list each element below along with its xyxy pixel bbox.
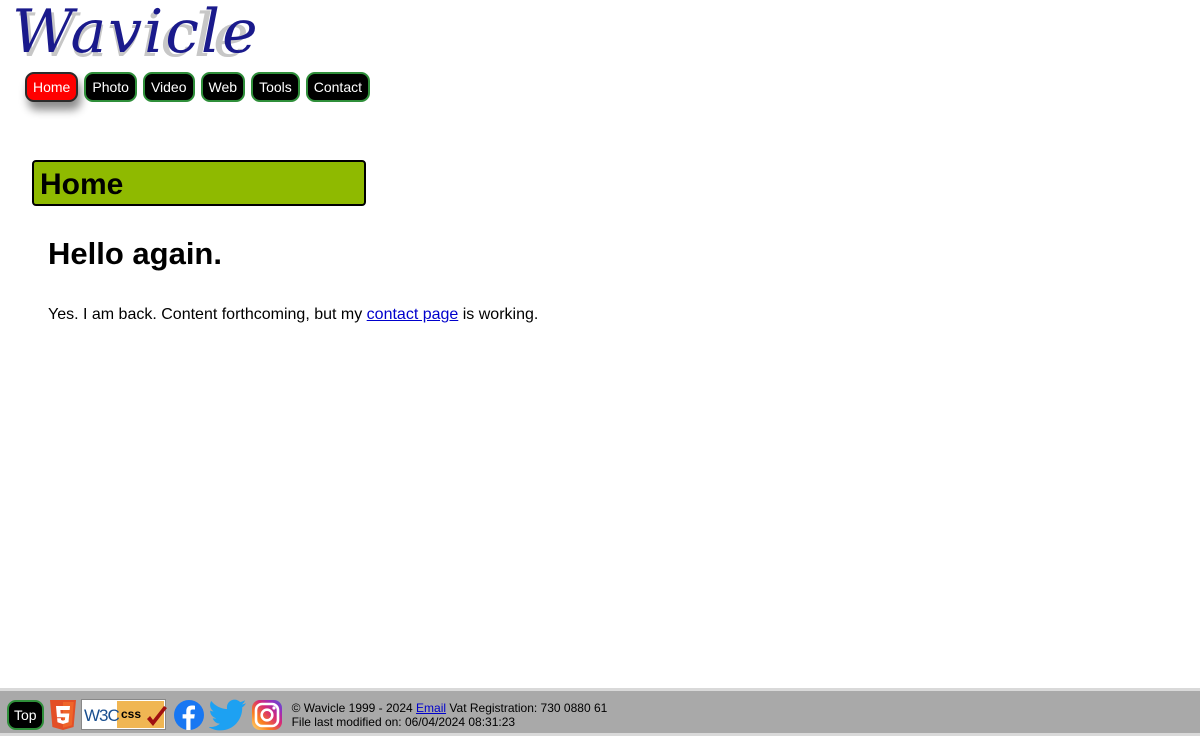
nav-photo[interactable]: Photo — [84, 72, 137, 102]
section-banner: Home — [32, 160, 366, 206]
content-heading: Hello again. — [48, 236, 222, 271]
w3c-css-icon[interactable]: W3C css — [80, 699, 169, 731]
instagram-icon[interactable] — [251, 699, 283, 731]
section-title: Home — [40, 168, 124, 201]
content-text-before: Yes. I am back. Content forthcoming, but… — [48, 306, 367, 323]
facebook-icon[interactable] — [173, 699, 205, 731]
modified-text: File last modified on: 06/04/2024 08:31:… — [291, 715, 516, 729]
footer-inner: Top W3C css © Wavicle 1999 - 2024 Email … — [7, 698, 607, 732]
content-text-after: is working. — [458, 306, 539, 323]
main-nav: Home Photo Video Web Tools Contact — [25, 72, 370, 102]
nav-video[interactable]: Video — [142, 72, 195, 102]
nav-home[interactable]: Home — [25, 72, 79, 102]
page: Wavicle Wavicle Home Photo Video Web Too… — [0, 0, 1200, 740]
css-label: css — [121, 707, 141, 721]
nav-web[interactable]: Web — [200, 72, 246, 102]
email-link[interactable]: Email — [416, 701, 446, 715]
top-button[interactable]: Top — [7, 700, 44, 730]
content-paragraph: Yes. I am back. Content forthcoming, but… — [48, 306, 538, 324]
twitter-icon[interactable] — [208, 699, 247, 731]
nav-contact[interactable]: Contact — [305, 72, 370, 102]
site-logo[interactable]: Wavicle Wavicle — [4, 0, 350, 64]
vat-text: Vat Registration: 730 0880 61 — [449, 701, 608, 715]
copyright-text: © Wavicle 1999 - 2024 — [291, 701, 413, 715]
footer: Top W3C css © Wavicle 1999 - 2024 Email … — [0, 688, 1200, 736]
html5-icon[interactable] — [49, 699, 77, 731]
nav-tools[interactable]: Tools — [251, 72, 300, 102]
w3c-label: W3C — [84, 706, 120, 725]
contact-page-link[interactable]: contact page — [367, 306, 459, 323]
footer-line-1: © Wavicle 1999 - 2024 Email Vat Registra… — [292, 701, 608, 715]
logo-text: Wavicle — [12, 0, 260, 64]
footer-text: © Wavicle 1999 - 2024 Email Vat Registra… — [292, 701, 608, 729]
